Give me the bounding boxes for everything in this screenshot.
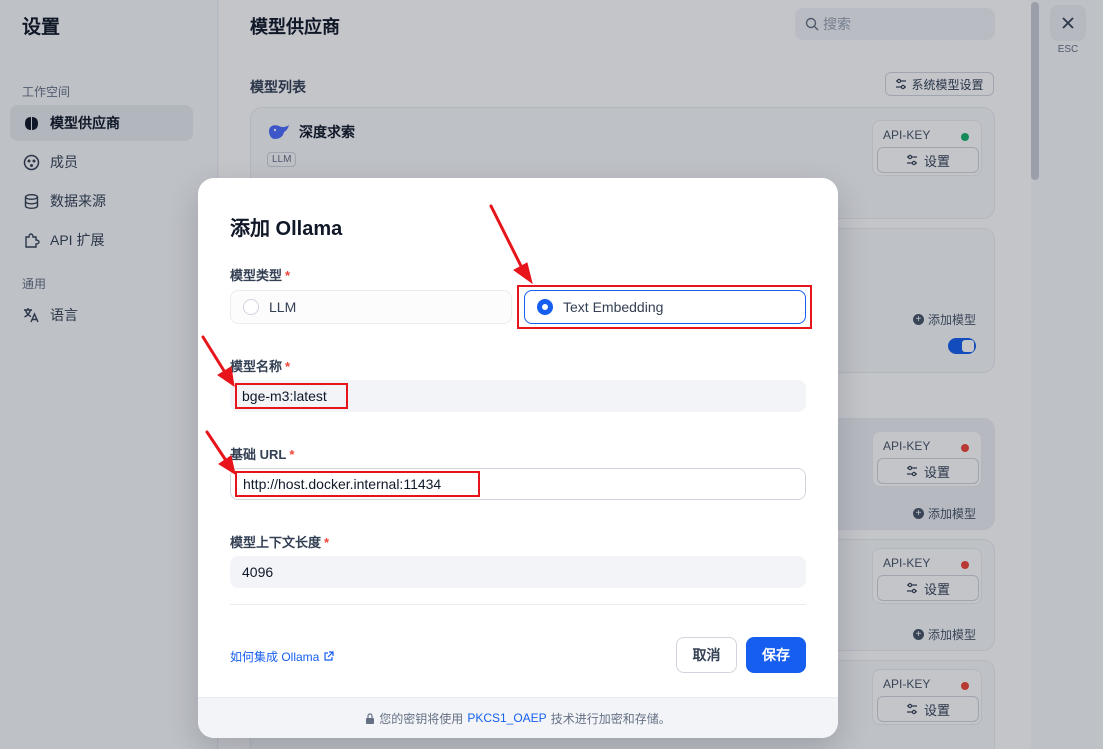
context-length-label: 模型上下文长度 *	[230, 535, 330, 550]
add-ollama-modal: 添加 Ollama 模型类型 * LLM Text Embedding 模型名称 *…	[198, 178, 838, 738]
context-length-input[interactable]: 4096	[230, 556, 806, 588]
footer-suffix: 技术进行加密和存储。	[550, 711, 671, 726]
model-type-label: 模型类型 *	[230, 268, 291, 283]
radio-circle	[243, 299, 259, 315]
base-url-label: 基础 URL *	[230, 447, 295, 462]
annotation-box-embedding	[517, 285, 812, 329]
option-label: LLM	[269, 299, 297, 315]
context-length-value: 4096	[242, 564, 274, 580]
ollama-help-link[interactable]: 如何集成 Ollama	[230, 648, 334, 665]
footer-prefix: 您的密钥将使用	[379, 711, 464, 726]
cancel-button[interactable]: 取消	[676, 637, 737, 673]
external-link-icon	[324, 651, 334, 661]
divider	[230, 604, 806, 605]
pkcs-link[interactable]: PKCS1_OAEP	[467, 711, 546, 725]
save-button[interactable]: 保存	[746, 637, 806, 673]
model-type-option-llm[interactable]: LLM	[230, 290, 512, 324]
annotation-box-base-url	[235, 471, 480, 497]
annotation-box-model-name	[235, 383, 348, 409]
encryption-footer: 您的密钥将使用 PKCS1_OAEP 技术进行加密和存储。	[198, 697, 838, 738]
lock-icon	[366, 712, 375, 724]
model-name-label: 模型名称 *	[230, 359, 291, 374]
modal-title: 添加 Ollama	[230, 218, 343, 240]
